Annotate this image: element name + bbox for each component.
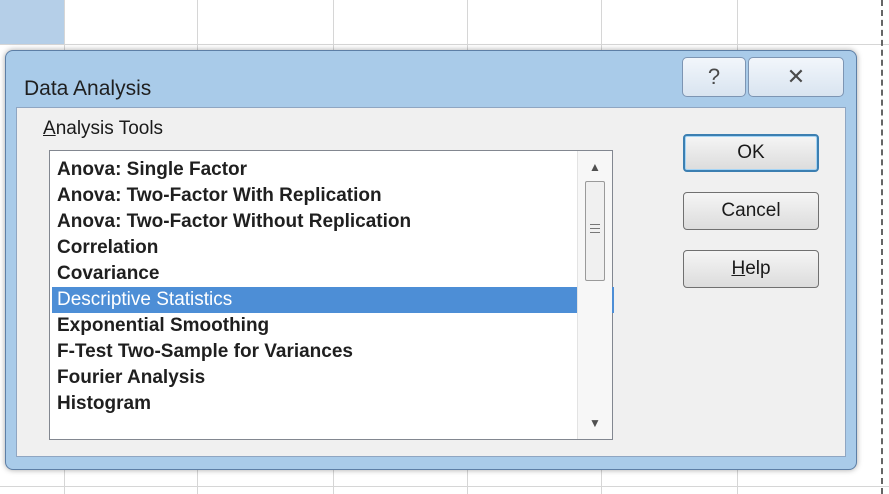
cancel-button[interactable]: Cancel	[683, 192, 819, 230]
close-button[interactable]: ✕	[748, 57, 844, 97]
grip-icon	[590, 228, 600, 229]
help-button[interactable]: Help	[683, 250, 819, 288]
list-item[interactable]: Descriptive Statistics	[52, 287, 614, 313]
grid-line	[0, 44, 889, 45]
list-item[interactable]: F-Test Two-Sample for Variances	[52, 339, 614, 365]
list-item[interactable]: Fourier Analysis	[52, 365, 614, 391]
list-item[interactable]: Anova: Two-Factor Without Replication	[52, 209, 614, 235]
grid-line	[0, 486, 889, 487]
access-key: H	[731, 258, 746, 279]
page-break-line	[881, 0, 883, 494]
analysis-tools-listbox[interactable]: Anova: Single Factor Anova: Two-Factor Wi…	[49, 150, 614, 440]
list-item[interactable]: Anova: Two-Factor With Replication	[52, 183, 614, 209]
label-text: nalysis Tools	[55, 118, 164, 139]
access-key: A	[43, 118, 56, 139]
ok-button[interactable]: OK	[683, 134, 819, 172]
help-caption-button[interactable]: ?	[682, 57, 746, 97]
scroll-down-arrow-icon[interactable]: ▼	[578, 411, 612, 435]
vertical-scrollbar[interactable]: ▲ ▼	[577, 151, 612, 439]
grip-icon	[590, 224, 600, 225]
analysis-tools-label: Analysis Tools	[43, 118, 163, 140]
list-item[interactable]: Anova: Single Factor	[52, 157, 614, 183]
data-analysis-dialog: Data Analysis ? ✕ Analysis Tools Anova: …	[5, 50, 857, 470]
list-item[interactable]: Histogram	[52, 391, 614, 417]
list-item[interactable]: Correlation	[52, 235, 614, 261]
dialog-client-area: Analysis Tools Anova: Single Factor Anova…	[16, 107, 846, 457]
selected-cell	[0, 0, 64, 44]
grip-icon	[590, 232, 600, 233]
list-item[interactable]: Covariance	[52, 261, 614, 287]
close-icon: ✕	[786, 64, 806, 89]
help-button-label: elp	[745, 258, 771, 279]
question-mark-icon: ?	[707, 64, 721, 89]
list-item[interactable]: Exponential Smoothing	[52, 313, 614, 339]
dialog-title: Data Analysis	[24, 77, 152, 100]
list-items: Anova: Single Factor Anova: Two-Factor Wi…	[52, 157, 614, 417]
scroll-thumb[interactable]	[585, 181, 605, 281]
scroll-up-arrow-icon[interactable]: ▲	[578, 155, 612, 179]
